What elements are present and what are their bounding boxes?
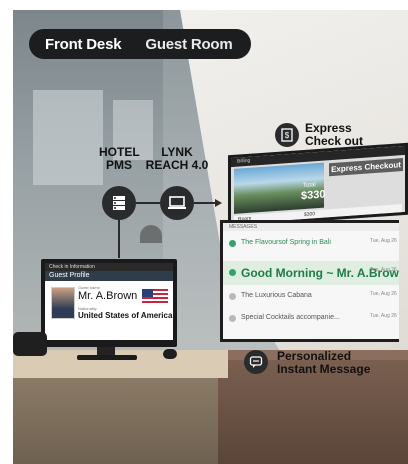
hotel-pms-label: HOTEL PMS xyxy=(99,146,140,172)
connector-line xyxy=(118,220,120,258)
read-dot-icon xyxy=(229,315,236,322)
message-date: Tue, Aug 26 xyxy=(370,238,397,244)
front-desk-monitor: Check in Information Guest Profile Guest… xyxy=(41,259,177,347)
message-text: The Flavoursof Spring in Bali xyxy=(241,239,331,246)
connector-line xyxy=(136,202,160,204)
connector-line xyxy=(194,202,216,204)
message-header: MESSAGES xyxy=(223,223,399,231)
monitor-topbar: Check in Information xyxy=(45,263,173,271)
guest-country: United States of America xyxy=(78,311,173,320)
desk-phone xyxy=(13,332,47,356)
tab-front-desk[interactable]: Front Desk xyxy=(29,36,133,53)
server-icon xyxy=(102,186,136,220)
personalized-message-label: Personalized Instant Message xyxy=(277,350,370,376)
monitor-screen: Check in Information Guest Profile Guest… xyxy=(45,263,173,340)
message-date: Tue, Aug 26 xyxy=(370,313,397,319)
hotel-pms-line2: PMS xyxy=(105,158,132,172)
lynk-label: LYNK REACH 4.0 xyxy=(145,146,209,172)
tv-screen: Billing Total $330 Express Checkout Room… xyxy=(231,145,405,225)
lobby-window xyxy=(33,90,103,185)
laptop-icon xyxy=(160,186,194,220)
bill-row-amount: $300 xyxy=(304,211,316,218)
tv-total-label: Total xyxy=(303,182,316,190)
monitor-title: Guest Profile xyxy=(45,271,173,281)
tab-guest-room[interactable]: Guest Room xyxy=(133,36,244,53)
message-text: Special Cocktails accompanie... xyxy=(241,314,340,321)
arrow-head xyxy=(215,199,222,207)
message-date: Tue, Aug 26 xyxy=(370,267,397,273)
message-text: The Luxurious Cabana xyxy=(241,292,312,299)
svg-text:$: $ xyxy=(285,131,290,140)
express-checkout-label: Express Check out xyxy=(305,122,363,148)
desk-bell xyxy=(140,225,162,243)
chat-bubble-icon xyxy=(244,350,268,374)
dollar-receipt-icon: $ xyxy=(275,123,299,147)
guest-name: Mr. A.Brown xyxy=(78,290,138,302)
personalized-line2: Instant Message xyxy=(277,362,371,376)
unread-dot-icon xyxy=(229,240,236,247)
mode-tab-bar: Front Desk Guest Room xyxy=(29,29,251,59)
guest-room-tv: Billing Total $330 Express Checkout Room… xyxy=(228,142,408,228)
message-date: Tue, Aug 26 xyxy=(370,291,397,297)
lynk-line2: REACH 4.0 xyxy=(145,158,209,172)
unread-dot-icon xyxy=(229,269,236,276)
message-panel: MESSAGES The Flavoursof Spring in Bali T… xyxy=(220,220,399,342)
desk-front xyxy=(13,378,218,464)
read-dot-icon xyxy=(229,293,236,300)
monitor-base xyxy=(77,355,137,360)
mouse xyxy=(163,349,177,359)
tv-total: $330 xyxy=(301,188,326,203)
us-flag-icon xyxy=(142,289,168,305)
express-checkout-button[interactable]: Express Checkout xyxy=(329,158,403,177)
guest-avatar xyxy=(51,287,75,319)
